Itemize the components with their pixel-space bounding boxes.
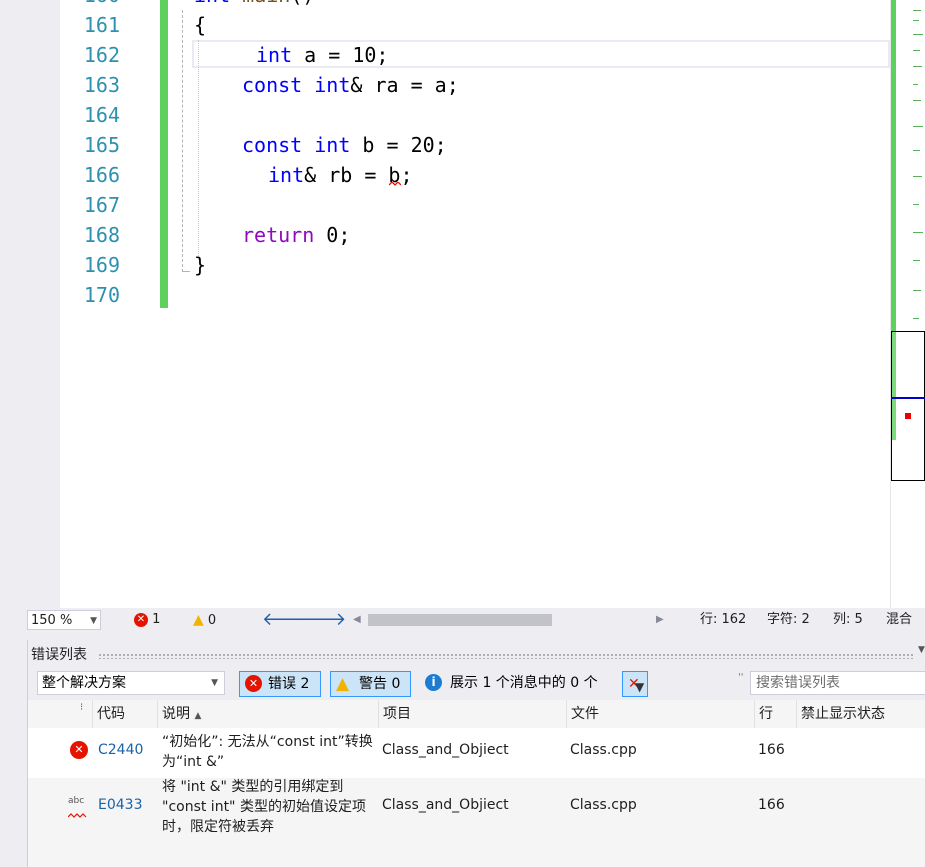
code-editor[interactable]: 160 161 162 163 164 165 166 167 168 169 … [0,0,925,608]
panel-drag-handle[interactable] [98,653,913,659]
line-number: 162 [83,43,120,67]
table-row[interactable]: abc E0433 将 "int &" 类型的引用绑定到 "const int"… [28,778,925,840]
column-header-desc[interactable]: 说明 ▲ [157,700,379,728]
indent-guide [198,40,200,260]
code-line-165: const int b = 20; [242,133,447,157]
code-line-163: const int& ra = a; [242,73,459,97]
line-ending-mode[interactable]: 混合 [886,608,912,632]
minimap-scrollbar[interactable] [890,0,925,608]
error-line: 166 [758,797,785,813]
code-line-162: int a = 10; [256,43,389,67]
line-number: 170 [83,283,120,307]
column-header-suppress[interactable]: 禁止显示状态 [796,700,925,728]
scope-dropdown[interactable]: 整个解决方案 ▼ [37,671,225,695]
scroll-left-icon[interactable]: ◀ [353,608,361,632]
changed-lines-indicator [160,0,168,308]
error-list-table: ⁝ 代码 说明 ▲ 项目 文件 行 禁止显示状态 ✕ C2440 “初始化”: … [28,700,925,867]
build-intellisense-filter-button[interactable]: ✕ ▼ [622,671,648,697]
column-header-project[interactable]: 项目 [378,700,566,728]
column-header-code[interactable]: 代码 [92,700,158,728]
error-description: 将 "int &" 类型的引用绑定到 "const int" 类型的初始值设定项… [162,779,366,835]
line-number: 169 [83,253,120,277]
chevron-down-icon: ▼ [211,678,218,688]
col-indicator: 列: 5 [833,612,863,627]
warning-icon: ▲ [193,612,204,628]
line-indicator: 行: 162 [700,612,747,627]
error-icon: ✕ [134,612,148,627]
error-list-panel: 错误列表 ▼ 整个解决方案 ▼ ✕ 错误 2 ▲ 警告 0 i 展示 1 个消息… [27,640,925,867]
scope-guide [182,10,184,272]
line-number: 163 [83,73,120,97]
line-number: 160 [60,0,120,10]
panel-menu-icon[interactable]: ▼ [918,645,925,655]
table-header: ⁝ 代码 说明 ▲ 项目 文件 行 禁止显示状态 [28,700,925,728]
column-header-line[interactable]: 行 [754,700,796,728]
line-number: 167 [83,193,120,217]
scroll-right-icon[interactable]: ▶ [656,608,664,632]
code-line-168: return 0; [242,223,351,247]
panel-title: 错误列表 [31,647,87,663]
column-chooser-icon[interactable]: ⁝ [80,702,83,713]
chevron-down-icon: ▼ [90,616,97,626]
error-project: Class_and_Objiect [382,742,509,758]
error-file: Class.cpp [570,797,637,813]
sort-ascending-icon: ▲ [194,711,202,721]
error-icon: ✕ [245,675,262,692]
warning-icon: ▲ [336,674,350,694]
nav-forward-icon[interactable]: 🡒 [298,608,346,632]
table-row[interactable]: ✕ C2440 “初始化”: 无法从“const int”转换 为“int &”… [28,728,925,778]
toolbar-overflow-icon[interactable]: '' [738,672,744,683]
code-line-169: } [194,253,207,277]
scope-guide-end [182,271,190,272]
line-number: 166 [83,163,120,187]
char-indicator: 字符: 2 [767,612,810,627]
error-file: Class.cpp [570,742,637,758]
warning-count-indicator[interactable]: ▲ 0 [193,608,216,632]
error-code-link[interactable]: C2440 [98,742,143,758]
messages-filter-button[interactable]: i 展示 1 个消息中的 0 个 [418,671,618,697]
column-header-file[interactable]: 文件 [566,700,754,728]
line-number: 161 [83,13,120,37]
errors-filter-button[interactable]: ✕ 错误 2 [239,671,321,697]
minimap-caret-line [891,397,925,399]
code-area[interactable]: int main() { int a = 10; const int& ra =… [168,0,890,608]
search-error-list-input[interactable]: 搜索错误列表 [750,671,925,695]
horizontal-scrollbar-thumb[interactable] [368,614,552,626]
error-code-link[interactable]: E0433 [98,797,142,813]
info-icon: i [425,674,442,691]
editor-left-margin [0,0,60,608]
error-line: 166 [758,742,785,758]
minimap-viewport[interactable] [891,331,925,481]
line-number: 164 [83,103,120,127]
line-number: 168 [83,223,120,247]
zoom-dropdown[interactable]: 150 % ▼ [27,610,101,630]
error-project: Class_and_Objiect [382,797,509,813]
error-icon: ✕ [70,741,88,759]
error-squiggle[interactable] [389,182,401,186]
line-number: 165 [83,133,120,157]
intellisense-error-icon: abc [67,796,90,818]
warnings-filter-button[interactable]: ▲ 警告 0 [330,671,411,697]
minimap-error-marker [905,413,911,419]
error-description: “初始化”: 无法从“const int”转换 为“int &” [162,734,373,770]
code-line-160: int main() [194,0,314,10]
editor-status-bar: 150 % ▼ ✕ 1 ▲ 0 🡐 🡒 ◀ ▶ 行: 162 字符: 2 列: 5… [0,608,925,632]
error-list-toolbar: 整个解决方案 ▼ ✕ 错误 2 ▲ 警告 0 i 展示 1 个消息中的 0 个 … [28,668,925,700]
error-count-indicator[interactable]: ✕ 1 [134,608,160,632]
code-line-161: { [194,13,207,37]
